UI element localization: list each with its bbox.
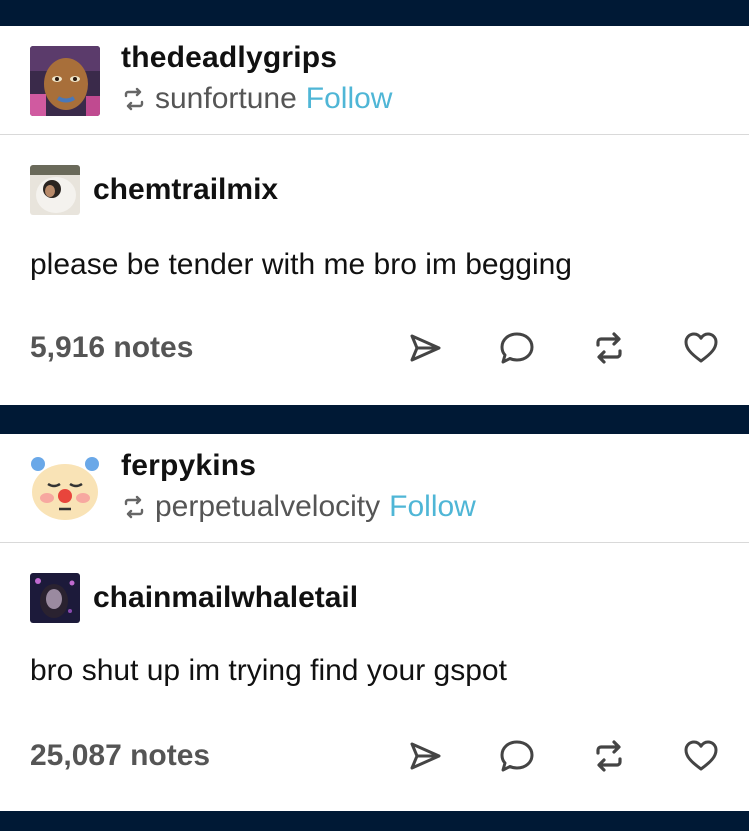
source-name[interactable]: chemtrailmix [93,173,278,207]
reblog-line: sunfortune Follow [121,82,392,116]
post-header: thedeadlygrips sunfortune Follow [0,26,749,135]
reply-icon[interactable] [497,328,537,368]
reblog-icon[interactable] [589,736,629,776]
source-name[interactable]: chainmailwhaletail [93,581,358,615]
source-row: chainmailwhaletail [30,572,358,624]
post-body: please be tender with me bro im begging [30,248,572,281]
reply-icon[interactable] [497,736,537,776]
share-icon[interactable] [405,736,445,776]
post-body: bro shut up im trying find your gspot [30,654,507,687]
reblogged-from-name[interactable]: perpetualvelocity [155,490,380,524]
blog-avatar[interactable] [30,452,100,522]
like-icon[interactable] [681,328,721,368]
reblogged-from-name[interactable]: sunfortune [155,82,297,116]
blog-avatar[interactable] [30,46,100,116]
source-avatar[interactable] [30,165,80,215]
blog-name[interactable]: thedeadlygrips [121,41,337,75]
post-actions [405,736,721,776]
post-1: thedeadlygrips sunfortune Follow chemtra… [0,26,749,405]
post-footer: 5,916 notes [30,326,721,370]
notes-count[interactable]: 25,087 notes [30,739,405,773]
reblog-line: perpetualvelocity Follow [121,490,476,524]
like-icon[interactable] [681,736,721,776]
source-row: chemtrailmix [30,164,278,216]
share-icon[interactable] [405,328,445,368]
post-header: ferpykins perpetualvelocity Follow [0,434,749,543]
blog-name[interactable]: ferpykins [121,449,256,483]
reblog-icon[interactable] [589,328,629,368]
reblog-icon [121,86,147,112]
post-actions [405,328,721,368]
notes-count[interactable]: 5,916 notes [30,331,405,365]
post-footer: 25,087 notes [30,734,721,778]
source-avatar[interactable] [30,573,80,623]
reblog-icon [121,494,147,520]
follow-button[interactable]: Follow [306,82,393,116]
follow-button[interactable]: Follow [389,490,476,524]
post-2: ferpykins perpetualvelocity Follow chain… [0,434,749,811]
